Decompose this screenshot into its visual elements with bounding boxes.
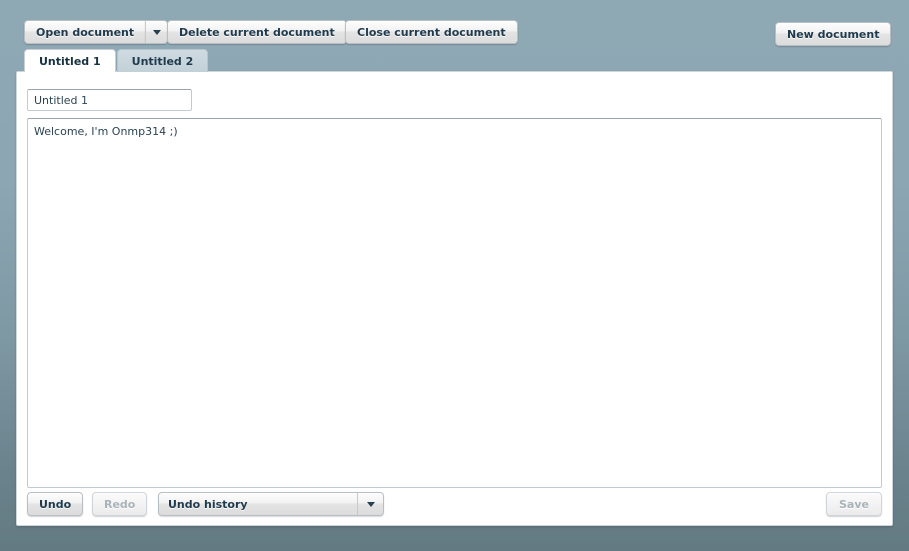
document-bottom-toolbar: Undo Redo Undo history Save: [27, 492, 882, 516]
tab-label: Untitled 1: [39, 54, 101, 68]
open-document-dropdown-button[interactable]: [145, 20, 169, 44]
undo-history-select-label: Undo history: [168, 497, 248, 511]
tab-label: Untitled 2: [131, 54, 194, 68]
document-panel: Undo Redo Undo history Save: [16, 71, 893, 526]
close-current-document-button[interactable]: Close current document: [345, 20, 518, 44]
tab-untitled-2[interactable]: Untitled 2: [116, 49, 209, 72]
open-document-button[interactable]: Open document: [24, 20, 146, 44]
document-tabs: Untitled 1 Untitled 2: [24, 49, 209, 72]
undo-history-dropdown-button[interactable]: [357, 493, 383, 515]
delete-current-document-button[interactable]: Delete current document: [167, 20, 347, 44]
new-document-button[interactable]: New document: [775, 22, 892, 46]
undo-history-select[interactable]: Undo history: [158, 492, 384, 516]
document-body-textarea[interactable]: [27, 118, 882, 488]
document-title-input[interactable]: [27, 89, 192, 111]
chevron-down-icon: [152, 29, 161, 35]
open-document-split-button[interactable]: Open document: [24, 20, 169, 44]
tab-untitled-1[interactable]: Untitled 1: [24, 49, 116, 72]
redo-button[interactable]: Redo: [92, 492, 148, 516]
save-button[interactable]: Save: [826, 492, 882, 516]
top-toolbar: Open document Delete current document Cl…: [0, 0, 909, 52]
undo-button[interactable]: Undo: [27, 492, 84, 516]
chevron-down-icon: [366, 501, 375, 507]
